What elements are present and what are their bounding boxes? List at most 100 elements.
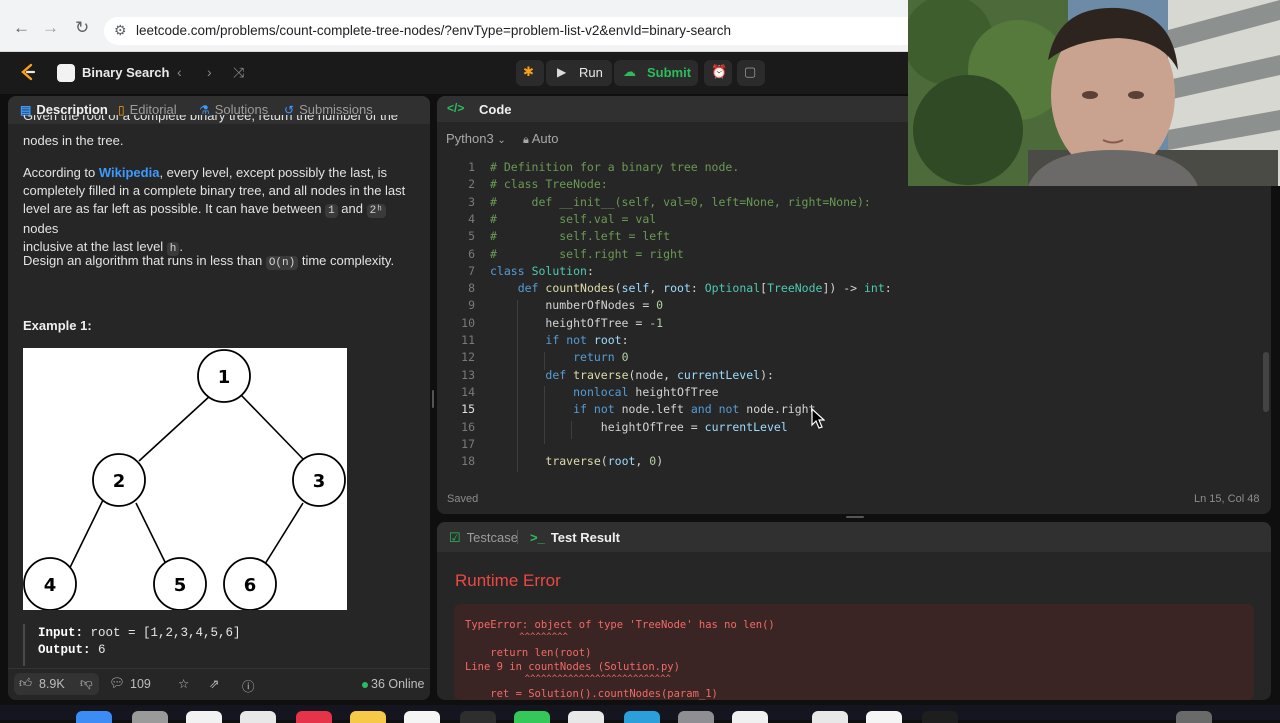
debug-button[interactable]: ✱ [516,60,544,86]
leetcode-logo-icon[interactable] [18,62,38,82]
dock-app-icon[interactable] [460,711,496,723]
address-bar[interactable]: ⚙ leetcode.com/problems/count-complete-t… [104,17,924,45]
run-button[interactable]: ▶ Run [546,60,612,86]
mouse-cursor-icon [811,408,825,429]
line-number: 6 [468,246,475,261]
code-line[interactable]: 14 nonlocal heightOfTree [437,385,1271,402]
indent-guide [517,300,518,472]
dock-app-icon[interactable] [350,711,386,723]
code-panel-title: Code [479,102,512,117]
language-select[interactable]: Python3 ⌄ [446,131,506,146]
code-line[interactable]: 5 # self.left = left [437,229,1271,246]
line-number: 3 [468,194,475,209]
code-text: def traverse(node, currentLevel): [545,367,774,382]
line-number: 14 [461,384,475,399]
submit-button[interactable]: ☁ Submit [614,60,698,86]
example-input: Input: root = [1,2,3,4,5,6] [38,626,241,640]
code-line[interactable]: 11 if not root: [437,333,1271,350]
dock-app-icon[interactable] [76,711,112,723]
code-line[interactable]: 7 class Solution: [437,264,1271,281]
back-icon[interactable]: ← [13,18,30,38]
thumbs-down-icon[interactable]: 👎︎ [80,676,93,691]
dock-app-icon[interactable] [132,711,168,723]
line-number: 4 [468,211,475,226]
forward-icon[interactable]: → [42,18,59,38]
dock-app-icon[interactable] [404,711,440,723]
indent-guide [544,352,545,370]
help-icon[interactable]: ⓘ [242,676,255,695]
example-tree-image: 1 2 3 4 5 6 [23,348,347,611]
auto-mode[interactable]: 🔒︎ Auto [523,131,559,147]
url-text: leetcode.com/problems/count-complete-tre… [136,23,732,38]
dock-app-icon[interactable] [922,711,958,723]
code-line[interactable]: 17 [437,437,1271,454]
dock-app-icon[interactable] [240,711,276,723]
share-icon[interactable]: ⇗ [209,676,219,691]
code-line[interactable]: 13 def traverse(node, currentLevel): [437,368,1271,385]
dock-app-icon[interactable] [624,711,660,723]
edge-1-2 [138,394,212,462]
saved-status: Saved [447,493,479,505]
code-line[interactable]: 15 if not node.left and not node.right [437,402,1271,419]
dock-app-icon[interactable] [678,711,714,723]
code-line[interactable]: 6 # self.right = right [437,247,1271,264]
text-design: Design an algorithm that runs in less th… [23,253,266,268]
code-text: numberOfNodes = 0 [490,298,664,313]
indent-guide [571,421,572,439]
code-line[interactable]: 3 # def __init__(self, val=0, left=None, … [437,195,1271,212]
panel-resize-handle[interactable] [846,516,864,518]
dock-app-icon[interactable] [732,711,768,723]
chevron-down-icon: ⌄ [497,135,506,146]
text-completely-filled: completely filled in a complete binary t… [23,183,406,198]
site-info-icon[interactable]: ⚙ [114,22,127,39]
alarm-clock-icon: ⏰ [711,64,728,79]
line-number: 16 [461,419,475,434]
webcam-video-frame [908,0,1280,186]
editor-scrollbar[interactable] [1263,352,1269,412]
shuffle-icon[interactable]: ⤨ [233,64,244,81]
code-line[interactable]: 10 heightOfTree = -1 [437,316,1271,333]
dock-trash-icon[interactable] [1176,711,1212,723]
code-line[interactable]: 9 numberOfNodes = 0 [437,298,1271,315]
star-icon[interactable]: ☆ [178,676,189,691]
vertical-resize-handle[interactable] [432,390,434,408]
code-line[interactable]: 8 def countNodes(self, root: Optional[Tr… [437,281,1271,298]
wikipedia-link[interactable]: Wikipedia [99,165,160,180]
text-according: According to [23,165,99,180]
next-problem-icon[interactable]: › [207,64,212,80]
intro-paragraph: nodes in the tree. [23,133,124,148]
line-number: 1 [468,160,475,174]
prev-problem-icon[interactable]: ‹ [177,64,182,80]
line-number: 7 [468,263,475,278]
code-line[interactable]: 12 return 0 [437,350,1271,367]
tree-node-4-label: 4 [44,575,57,596]
line-number: 18 [461,454,475,469]
result-panel-header: ☑ Testcase >_ Test Result [437,522,1271,552]
dock-app-icon[interactable] [514,711,550,723]
code-line[interactable]: 4 # self.val = val [437,212,1271,229]
text-every-level: , every level, except possibly the last,… [159,165,388,180]
error-line: ^^^^^^^^^ [465,632,568,642]
tree-node-6-label: 6 [244,575,257,596]
tab-test-result[interactable]: >_ Test Result [530,530,620,545]
dock-app-icon[interactable] [296,711,332,723]
line-number: 9 [468,298,475,313]
problem-list-title[interactable]: Binary Search [82,65,169,80]
dock-app-icon[interactable] [568,711,604,723]
line-number: 12 [461,350,475,365]
timer-button[interactable]: ⏰ [704,60,732,86]
dock-app-icon[interactable] [186,711,222,723]
notes-button[interactable]: ▢ [737,60,765,86]
comment-icon[interactable]: 💬︎ [109,676,125,691]
indent-guide [544,386,545,444]
thumbs-up-icon[interactable]: 👍︎ [19,676,32,691]
error-line: TypeError: object of type 'TreeNode' has… [465,619,775,631]
tab-testcase[interactable]: ☑ Testcase [449,530,518,546]
tree-node-5-label: 5 [174,575,187,596]
code-line[interactable]: 18 traverse(root, 0) [437,454,1271,471]
code-text: def countNodes(self, root: Optional[Tree… [517,281,892,296]
reload-icon[interactable]: ↻ [75,18,89,38]
dock-app-icon[interactable] [866,711,902,723]
dock-app-icon[interactable] [812,711,848,723]
code-line[interactable]: 16 heightOfTree = currentLevel [437,420,1271,437]
